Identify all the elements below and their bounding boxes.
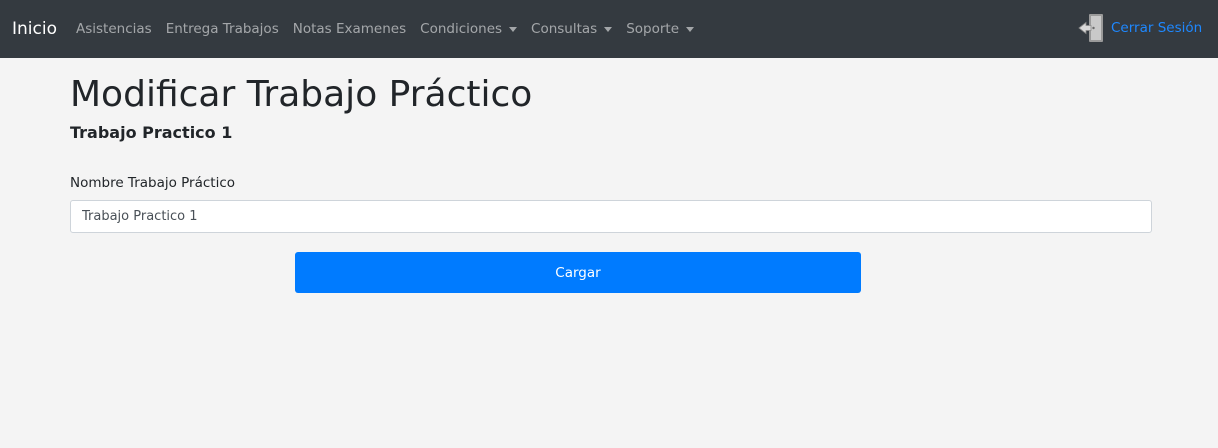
logout-link[interactable]: Cerrar Sesión — [1078, 13, 1202, 43]
nav-menu: Asistencias Entrega Trabajos Notas Exame… — [76, 19, 708, 39]
nav-dropdown-soporte[interactable]: Soporte — [626, 19, 695, 39]
brand-link-inicio[interactable]: Inicio — [12, 17, 57, 41]
nav-item-label: Condiciones — [420, 21, 503, 37]
caret-down-icon — [509, 26, 518, 32]
logout-label: Cerrar Sesión — [1111, 20, 1203, 36]
caret-down-icon — [604, 26, 613, 32]
nav-dropdown-condiciones[interactable]: Condiciones — [420, 19, 518, 39]
cargar-button[interactable]: Cargar — [295, 252, 861, 293]
nav-dropdown-consultas[interactable]: Consultas — [531, 19, 613, 39]
top-navbar: Inicio Asistencias Entrega Trabajos Nota… — [0, 0, 1218, 58]
logout-door-icon — [1078, 13, 1105, 43]
nav-item-entrega-trabajos[interactable]: Entrega Trabajos — [166, 19, 279, 39]
page-title: Modificar Trabajo Práctico — [70, 74, 533, 115]
nav-item-label: Entrega Trabajos — [165, 21, 279, 37]
nav-item-label: Soporte — [626, 21, 680, 37]
nav-item-label: Asistencias — [76, 21, 152, 37]
name-input[interactable] — [70, 200, 1152, 233]
nav-item-notas-examenes[interactable]: Notas Examenes — [293, 19, 406, 39]
page-subtitle: Trabajo Practico 1 — [70, 123, 233, 142]
nav-item-label: Consultas — [531, 21, 598, 37]
caret-down-icon — [686, 26, 695, 32]
nav-item-label: Notas Examenes — [292, 21, 407, 37]
nav-item-asistencias[interactable]: Asistencias — [76, 19, 152, 39]
name-field-label: Nombre Trabajo Práctico — [70, 175, 236, 191]
